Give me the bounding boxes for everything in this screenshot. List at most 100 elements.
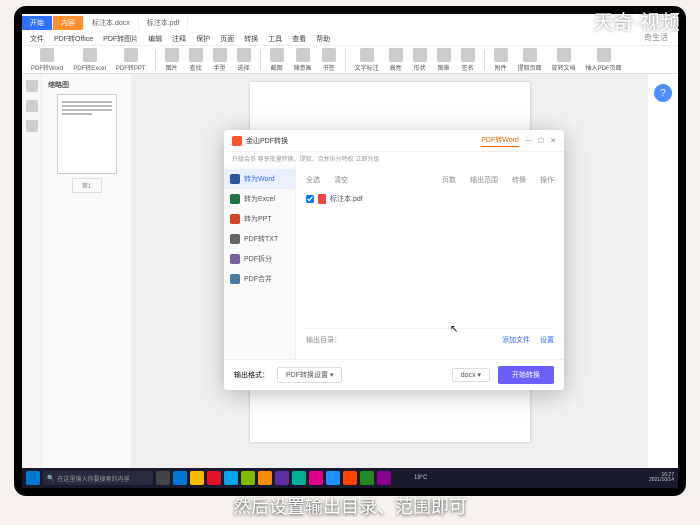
- bookmark-icon[interactable]: [26, 100, 38, 112]
- menu-convert-office[interactable]: PDF转Office: [54, 34, 93, 44]
- page-number: 第1: [72, 178, 102, 193]
- output-format-label: 输出格式：: [234, 370, 269, 380]
- start-convert-button[interactable]: 开始转换: [498, 366, 554, 384]
- tab-content[interactable]: 内容: [53, 16, 84, 30]
- task-icon[interactable]: [360, 471, 374, 485]
- tool-text[interactable]: 文字标注: [352, 47, 382, 73]
- tool-pdf-ppt[interactable]: PDF转PPT: [113, 47, 149, 73]
- side-split[interactable]: PDF拆分: [224, 249, 295, 269]
- dialog-tab[interactable]: PDF转Word: [481, 135, 519, 147]
- settings-link[interactable]: 设置: [540, 335, 554, 345]
- file-row[interactable]: 标注本.pdf: [306, 191, 554, 207]
- tool-sign[interactable]: 签名: [458, 47, 478, 73]
- side-merge[interactable]: PDF合并: [224, 269, 295, 289]
- side-word[interactable]: 转为Word: [224, 169, 295, 189]
- side-excel[interactable]: 转为Excel: [224, 189, 295, 209]
- thumbnail-icon[interactable]: [26, 80, 38, 92]
- format-select[interactable]: PDF转换设置 ▾: [277, 367, 342, 383]
- minimize-icon[interactable]: —: [525, 137, 532, 144]
- page-select[interactable]: docx ▾: [452, 368, 490, 382]
- tool-hand[interactable]: 手型: [210, 47, 230, 73]
- output-dir-label: 输出目录：: [306, 335, 341, 345]
- task-icon[interactable]: [343, 471, 357, 485]
- windows-taskbar: 🔍 在这里输入你要搜索的内容 19°C 16:27 2021/10/14: [22, 468, 678, 488]
- menu-annotate[interactable]: 注释: [172, 34, 186, 44]
- left-sidebar: [22, 74, 42, 470]
- tool-find[interactable]: 查找: [186, 47, 206, 73]
- menu-file[interactable]: 文件: [30, 34, 44, 44]
- col-range: 输出范围: [470, 175, 498, 185]
- comment-icon[interactable]: [26, 120, 38, 132]
- taskbar-clock[interactable]: 16:27 2021/10/14: [649, 473, 674, 484]
- start-button[interactable]: [26, 471, 40, 485]
- tool-snap[interactable]: 截图: [267, 47, 287, 73]
- task-icon[interactable]: [326, 471, 340, 485]
- col-action: 操作: [540, 175, 554, 185]
- tool-draw[interactable]: 随意画: [291, 47, 315, 73]
- window-tabs: 开始 内容 标注本.docx 标注本.pdf: [22, 14, 678, 32]
- help-icon[interactable]: ?: [654, 84, 672, 102]
- close-icon[interactable]: ✕: [550, 137, 556, 145]
- menu-protect[interactable]: 保护: [196, 34, 210, 44]
- menu-convert-img[interactable]: PDF转图片: [103, 34, 138, 44]
- toolbar: PDF转Word PDF转Excel PDF转PPT 图片 查找 手型 选择 截…: [22, 46, 678, 74]
- task-icon[interactable]: [241, 471, 255, 485]
- tool-insert[interactable]: 插入PDF页面: [583, 47, 625, 73]
- menu-convert[interactable]: 转换: [244, 34, 258, 44]
- task-icon[interactable]: [207, 471, 221, 485]
- task-icon[interactable]: [173, 471, 187, 485]
- task-icon[interactable]: [258, 471, 272, 485]
- tool-pdf-excel[interactable]: PDF转Excel: [70, 47, 109, 73]
- tool-select[interactable]: 选择: [234, 47, 254, 73]
- col-select[interactable]: 全选: [306, 175, 320, 185]
- tool-extract[interactable]: 提取页面: [515, 47, 545, 73]
- col-clear[interactable]: 清空: [334, 175, 348, 185]
- tab-doc[interactable]: 标注本.docx: [84, 16, 139, 30]
- watermark-logo: 奇生活: [644, 32, 668, 43]
- file-checkbox[interactable]: [306, 195, 314, 203]
- tool-stamp[interactable]: 图章: [434, 47, 454, 73]
- add-file-link[interactable]: 添加文件: [502, 335, 530, 345]
- app-logo-icon: [232, 136, 242, 146]
- watermark-text: 天奇·视频: [593, 6, 680, 35]
- screen: 开始 内容 标注本.docx 标注本.pdf 文件 PDF转Office PDF…: [22, 14, 678, 488]
- task-icon[interactable]: [292, 471, 306, 485]
- mouse-cursor: ↖: [450, 324, 458, 335]
- menu-tools[interactable]: 工具: [268, 34, 282, 44]
- task-icon[interactable]: [156, 471, 170, 485]
- dialog-settings-bar: 输出格式： PDF转换设置 ▾ docx ▾ 开始转换: [224, 359, 564, 390]
- tab-start[interactable]: 开始: [22, 16, 53, 30]
- tool-shape[interactable]: 形状: [410, 47, 430, 73]
- page-thumbnail[interactable]: [57, 94, 117, 174]
- tool-highlight[interactable]: 高亮: [386, 47, 406, 73]
- right-sidebar: ?: [648, 74, 678, 470]
- dialog-header: 金山PDF转换 PDF转Word — ☐ ✕: [224, 130, 564, 152]
- file-list-header: 全选 清空 页数 输出范围 转换 操作: [306, 173, 554, 191]
- tool-attach[interactable]: 附件: [491, 47, 511, 73]
- video-subtitle: 然后设置输出目录、范围即可: [0, 493, 700, 519]
- taskbar-search[interactable]: 🔍 在这里输入你要搜索的内容: [43, 471, 153, 485]
- tool-pdf-word[interactable]: PDF转Word: [28, 47, 66, 73]
- col-pages: 页数: [442, 175, 456, 185]
- tool-bookmark[interactable]: 书签: [319, 47, 339, 73]
- task-icon[interactable]: [309, 471, 323, 485]
- weather[interactable]: 19°C: [414, 475, 427, 481]
- dialog-sidebar: 转为Word 转为Excel 转为PPT PDF转TXT PDF拆分 PDF合并: [224, 165, 296, 359]
- task-icon[interactable]: [377, 471, 391, 485]
- file-name: 标注本.pdf: [330, 194, 363, 204]
- task-icon[interactable]: [190, 471, 204, 485]
- menu-edit[interactable]: 编辑: [148, 34, 162, 44]
- menu-page[interactable]: 页面: [220, 34, 234, 44]
- side-txt[interactable]: PDF转TXT: [224, 229, 295, 249]
- tool-image[interactable]: 图片: [162, 47, 182, 73]
- task-icon[interactable]: [224, 471, 238, 485]
- side-ppt[interactable]: 转为PPT: [224, 209, 295, 229]
- thumb-header: 缩略图: [48, 80, 125, 90]
- task-icon[interactable]: [275, 471, 289, 485]
- tab-pdf[interactable]: 标注本.pdf: [139, 16, 189, 30]
- menu-help[interactable]: 帮助: [316, 34, 330, 44]
- tool-rotate[interactable]: 旋转文档: [549, 47, 579, 73]
- menu-view[interactable]: 查看: [292, 34, 306, 44]
- maximize-icon[interactable]: ☐: [538, 137, 544, 145]
- menu-bar: 文件 PDF转Office PDF转图片 编辑 注释 保护 页面 转换 工具 查…: [22, 32, 678, 46]
